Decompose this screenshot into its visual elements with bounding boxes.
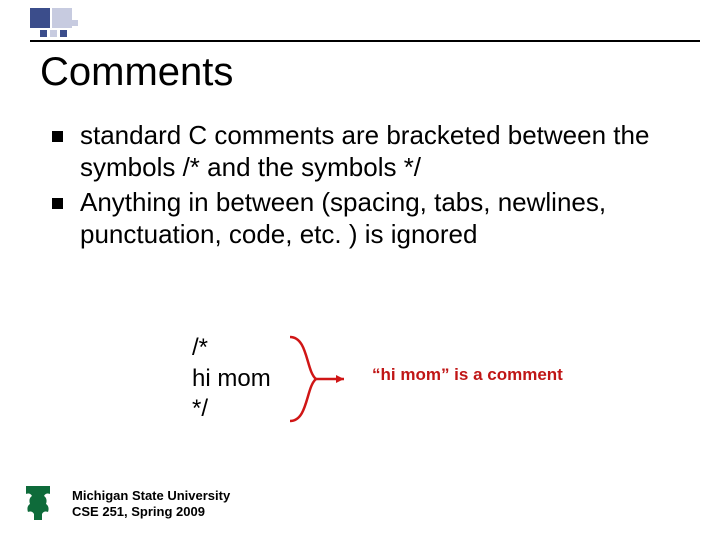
code-line: /*	[192, 333, 271, 364]
code-line: */	[192, 394, 271, 425]
footer-line: CSE 251, Spring 2009	[72, 504, 230, 520]
deco-square-light	[52, 8, 72, 28]
brace-annotation-icon	[286, 333, 346, 425]
bullet-item: Anything in between (spacing, tabs, newl…	[52, 187, 690, 250]
annotation-text: “hi mom” is a comment	[372, 365, 563, 385]
footer-line: Michigan State University	[72, 488, 230, 504]
horizontal-rule	[30, 40, 700, 42]
deco-mini-square	[72, 20, 78, 26]
slide-footer: Michigan State University CSE 251, Sprin…	[72, 488, 230, 521]
deco-mini-square	[40, 30, 47, 37]
slide-decoration	[0, 8, 720, 34]
msu-logo-icon	[18, 482, 58, 522]
code-example: /* hi mom */	[192, 333, 271, 425]
bullet-list: standard C comments are bracketed betwee…	[52, 120, 690, 255]
code-line: hi mom	[192, 364, 271, 395]
slide-title: Comments	[40, 50, 233, 95]
deco-square-dark	[30, 8, 50, 28]
deco-mini-square	[50, 30, 57, 37]
bullet-item: standard C comments are bracketed betwee…	[52, 120, 690, 183]
deco-mini-square	[60, 30, 67, 37]
